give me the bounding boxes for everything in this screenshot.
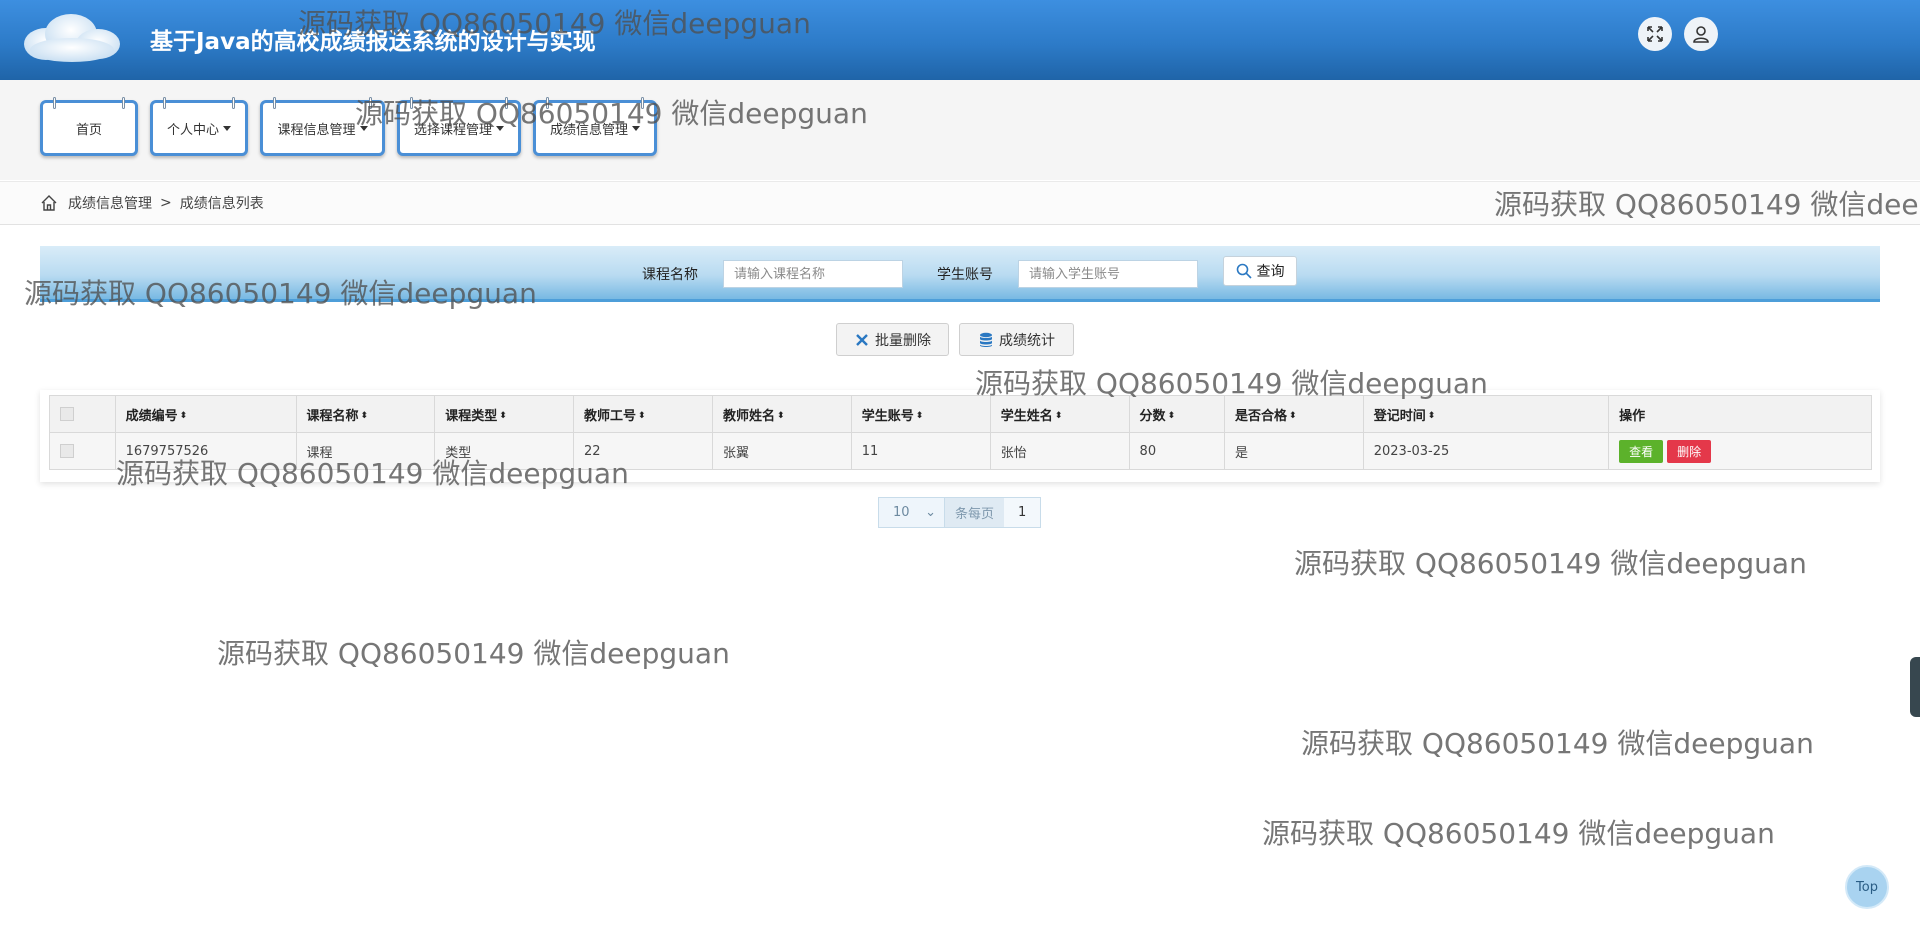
user-icon — [1693, 26, 1709, 43]
column-header-label: 教师姓名 — [723, 408, 776, 424]
app-header: 基于Java的高校成绩报送系统的设计与实现 — [0, 0, 1920, 80]
select-all-checkbox[interactable] — [60, 407, 74, 421]
column-header[interactable]: 学生账号 ⬍ — [850, 395, 991, 433]
watermark: 源码获取 QQ86050149 微信deepguan — [24, 277, 537, 310]
column-header[interactable]: 课程名称 ⬍ — [295, 395, 436, 433]
chevron-down-icon: ⌄ — [925, 505, 936, 520]
column-header[interactable]: 成绩编号 ⬍ — [114, 395, 297, 433]
column-header-label: 课程名称 — [306, 408, 359, 424]
watermark: 源码获取 QQ86050149 微信deepguan — [1301, 727, 1814, 760]
watermark: 源码获取 QQ86050149 微信deepguan — [355, 97, 868, 130]
column-header-label: 登记时间 — [1373, 408, 1426, 424]
sort-icon: ⬍ — [777, 411, 785, 421]
page-number-1[interactable]: 1 — [1004, 498, 1041, 527]
batch-delete-button[interactable]: 批量删除 — [836, 323, 949, 356]
sort-icon: ⬍ — [1289, 411, 1297, 421]
sort-icon: ⬍ — [1427, 411, 1436, 421]
column-header-label: 操作 — [1619, 408, 1646, 424]
sort-icon: ⬍ — [499, 411, 507, 421]
fullscreen-button[interactable] — [1638, 17, 1672, 51]
batch-delete-label: 批量删除 — [875, 332, 931, 349]
home-icon[interactable] — [40, 194, 58, 212]
per-page-label: 条每页 — [945, 498, 1005, 527]
nav-tab-personal-center[interactable]: 个人中心 — [150, 97, 248, 156]
page-size-select[interactable]: 10 ⌄ — [879, 498, 945, 527]
nav-tab-label: 课程信息管理 — [277, 122, 356, 138]
watermark: 源码获取 QQ86050149 微信deepguan — [1294, 547, 1807, 580]
column-header[interactable]: 教师姓名 ⬍ — [712, 395, 852, 433]
cell-student-account: 11 — [850, 432, 991, 470]
breadcrumb-item-grade-management[interactable]: 成绩信息管理 — [68, 193, 152, 213]
cell-actions: 查看 删除 — [1608, 432, 1872, 470]
grade-stats-button[interactable]: 成绩统计 — [959, 323, 1074, 356]
nav-tab-home[interactable]: 首页 — [40, 97, 138, 156]
watermark: 源码获取 QQ86050149 微信deepguan — [116, 457, 629, 490]
breadcrumb-separator: > — [160, 195, 172, 211]
cell-teacher-name: 张翼 — [712, 432, 852, 470]
cell-student-name: 张怡 — [989, 432, 1130, 470]
nav-tab-label: 首页 — [75, 122, 102, 138]
cell-score: 80 — [1128, 432, 1225, 470]
sort-icon: ⬍ — [915, 411, 924, 421]
student-account-input[interactable] — [1018, 260, 1198, 288]
tab-pin — [273, 97, 276, 109]
expand-arrows-icon — [1647, 26, 1663, 42]
back-to-top-button[interactable]: Top — [1845, 865, 1889, 909]
column-header-label: 课程类型 — [445, 408, 498, 424]
column-header-label: 分数 — [1139, 408, 1166, 424]
cloud-logo-icon — [24, 14, 120, 62]
sort-icon: ⬍ — [1054, 411, 1063, 421]
sort-icon: ⬍ — [360, 411, 369, 421]
search-icon — [1236, 263, 1252, 279]
tab-pin — [163, 97, 166, 109]
nav-tab-label: 个人中心 — [166, 122, 219, 138]
breadcrumb-item-grade-list: 成绩信息列表 — [179, 196, 264, 212]
watermark: 源码获取 QQ86050149 微信deepguan — [298, 7, 811, 40]
watermark: 源码获取 QQ86050149 微信deepguan — [975, 367, 1488, 400]
column-header-label: 学生账号 — [861, 408, 914, 424]
student-account-label: 学生账号 — [937, 267, 993, 283]
query-button-label: 查询 — [1256, 264, 1285, 280]
cell-passed: 是 — [1223, 432, 1364, 470]
column-header-label: 教师工号 — [584, 408, 637, 424]
column-header[interactable]: 教师工号 ⬍ — [573, 395, 714, 433]
page-size-value: 10 — [893, 505, 910, 520]
sort-icon: ⬍ — [638, 411, 646, 421]
column-header-label: 是否合格 — [1234, 408, 1287, 424]
user-button[interactable] — [1684, 17, 1718, 51]
pagination: 10 ⌄ 条每页 1 — [878, 497, 1042, 528]
select-all-cell — [49, 395, 116, 433]
database-icon — [980, 332, 992, 347]
row-checkbox[interactable] — [60, 444, 74, 458]
cell-register-time: 2023-03-25 — [1362, 432, 1610, 470]
column-header-label: 成绩编号 — [125, 408, 178, 424]
sort-icon: ⬍ — [179, 411, 188, 421]
column-header-actions: 操作 — [1608, 395, 1872, 433]
table-header-row: 成绩编号 ⬍ 课程名称 ⬍ 课程类型 ⬍ 教师工号 ⬍ 教师姓名 ⬍ 学生账号 ⬍ 学生姓名… — [49, 395, 1872, 433]
tab-pin — [53, 97, 56, 109]
sort-icon: ⬍ — [1167, 411, 1176, 421]
column-header-label: 学生姓名 — [1000, 408, 1053, 424]
side-drawer-handle[interactable] — [1910, 657, 1920, 717]
course-name-input[interactable] — [723, 260, 903, 288]
delete-button[interactable]: 删除 — [1667, 439, 1712, 463]
watermark: 源码获取 QQ86050149 微信deepguan — [1262, 817, 1775, 850]
close-icon — [856, 333, 868, 346]
course-name-label: 课程名称 — [642, 267, 698, 283]
view-button[interactable]: 查看 — [1619, 439, 1664, 463]
grade-stats-label: 成绩统计 — [999, 332, 1055, 349]
query-button[interactable]: 查询 — [1223, 256, 1297, 286]
watermark: 源码获取 QQ86050149 微信deepguan — [217, 637, 730, 670]
tab-pin — [122, 97, 125, 109]
watermark: 源码获取 QQ86050149 微信deepguan — [1494, 188, 1920, 221]
row-select-cell — [49, 432, 116, 470]
tab-pin — [232, 97, 235, 109]
main-nav: 首页 个人中心 课程信息管理 选择课程管理 成绩信息管理 — [0, 80, 1920, 180]
column-header[interactable]: 课程类型 ⬍ — [434, 395, 575, 433]
caret-down-icon — [223, 125, 231, 131]
